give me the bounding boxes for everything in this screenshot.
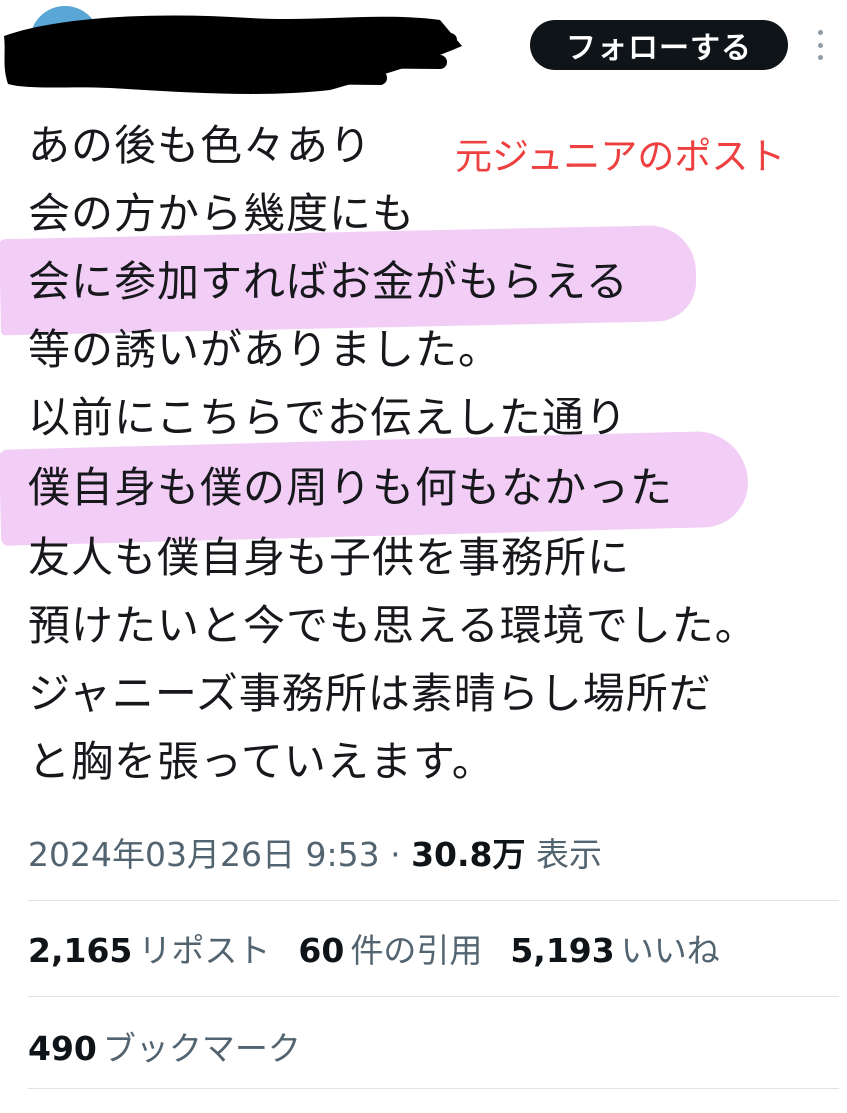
tweet-text-line: 以前にこちらでお伝えした通り xyxy=(28,393,628,442)
tweet-text-line: あの後も色々あり xyxy=(28,121,373,170)
views-count: 30.8万 xyxy=(411,835,526,874)
redaction-scribble xyxy=(4,15,462,94)
tweet-meta: 2024年03月26日 9:53 · 30.8万 表示 xyxy=(28,828,602,876)
divider xyxy=(28,900,839,901)
tweet-text-line: 会に参加すればお金がもらえる xyxy=(28,257,629,306)
annotation-label: 元ジュニアのポスト xyxy=(455,135,786,178)
engagement-stats: 2,165 リポスト 60 件の引用 5,193 いいね xyxy=(28,924,748,972)
tweet-text-line: と胸を張っていえます。 xyxy=(28,737,495,786)
tweet-text-line: 等の誘いがありました。 xyxy=(28,325,502,374)
meta-separator: · xyxy=(390,835,401,874)
tweet-text-line: 僕自身も僕の周りも何もなかった xyxy=(28,463,674,512)
divider xyxy=(28,996,839,997)
tweet-text-line: 友人も僕自身も子供を事務所に xyxy=(28,533,631,582)
more-options-icon[interactable] xyxy=(808,24,832,66)
views-label: 表示 xyxy=(535,835,602,874)
likes-stat[interactable]: 5,193 いいね xyxy=(510,924,719,972)
tweet-text-line: ジャニーズ事務所は素晴らし場所だ xyxy=(28,669,712,718)
reposts-stat[interactable]: 2,165 リポスト xyxy=(28,924,270,972)
tweet-text-line: 会の方から幾度にも xyxy=(28,189,416,238)
quotes-count: 60 xyxy=(298,931,345,970)
reposts-count: 2,165 xyxy=(28,931,133,970)
likes-label: いいね xyxy=(620,931,720,970)
follow-button[interactable]: フォローする xyxy=(530,20,788,70)
quotes-stat[interactable]: 60 件の引用 xyxy=(298,924,482,972)
divider xyxy=(28,1088,839,1089)
bookmarks-count: 490 xyxy=(28,1029,97,1068)
tweet-text-line: 預けたいと今でも思える環境でした。 xyxy=(28,601,758,650)
likes-count: 5,193 xyxy=(510,931,615,970)
reposts-label: リポスト xyxy=(138,931,271,970)
bookmarks-label: ブックマーク xyxy=(102,1029,301,1068)
bookmarks-stat[interactable]: 490 ブックマーク xyxy=(28,1022,301,1070)
timestamp[interactable]: 2024年03月26日 9:53 xyxy=(28,835,380,874)
quotes-label: 件の引用 xyxy=(350,931,483,970)
